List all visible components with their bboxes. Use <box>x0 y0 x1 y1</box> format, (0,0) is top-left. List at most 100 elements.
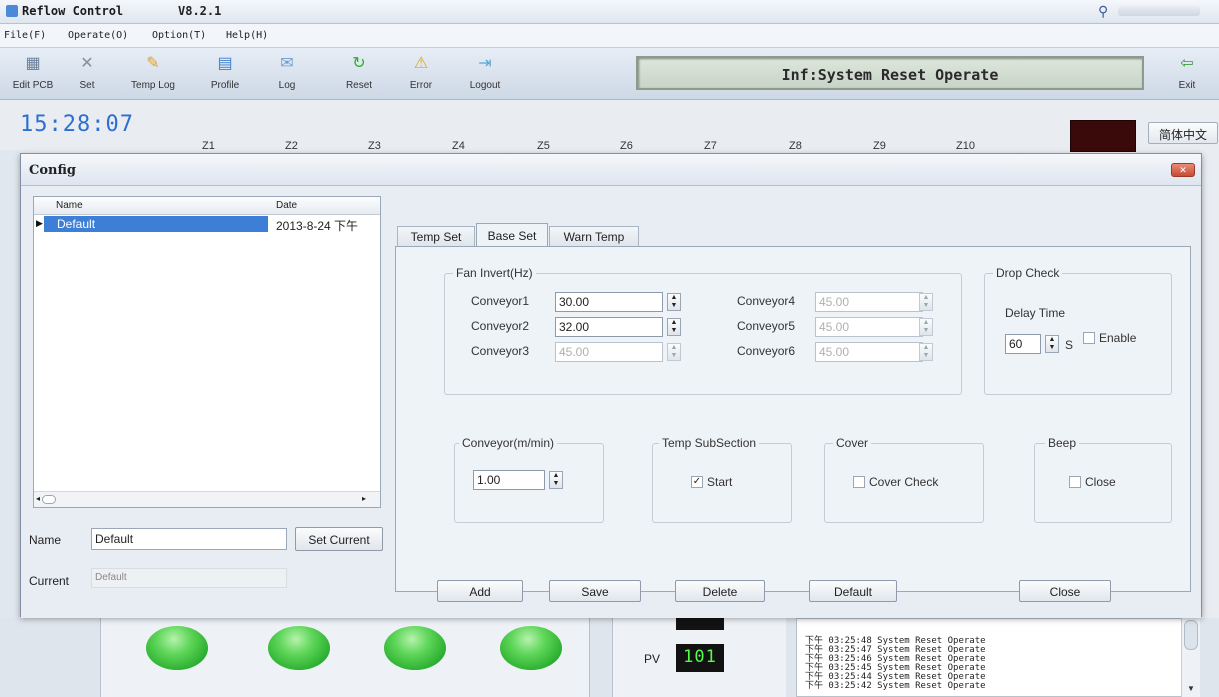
error-button[interactable]: ⚠ Error <box>396 52 446 96</box>
conveyor6-label: Conveyor6 <box>737 344 796 358</box>
set-label: Set <box>79 80 95 91</box>
conveyor-speed-input[interactable]: 1.00 <box>473 470 545 490</box>
temp-log-button[interactable]: ✎ Temp Log <box>128 52 178 96</box>
conveyor3-stepper: ▲ ▼ <box>667 343 681 361</box>
cover-check-label: Cover Check <box>869 475 939 489</box>
logout-label: Logout <box>469 80 501 91</box>
zone-label: Z5 <box>537 140 550 152</box>
zone-led <box>500 626 562 670</box>
fan-invert-group: Fan Invert(Hz) Conveyor1 30.00 ▲ ▼ Convey… <box>444 266 962 395</box>
edit-pcb-label: Edit PCB <box>12 80 54 91</box>
pcb-icon: ▦ <box>25 55 41 72</box>
conveyor5-label: Conveyor5 <box>737 319 796 333</box>
edit-pcb-button[interactable]: ▦ Edit PCB <box>8 52 58 96</box>
close-button[interactable]: Close <box>1019 580 1111 602</box>
delete-button[interactable]: Delete <box>675 580 765 602</box>
name-input[interactable]: Default <box>91 528 287 550</box>
add-button[interactable]: Add <box>437 580 523 602</box>
beep-group: Beep Close <box>1034 436 1172 523</box>
conveyor1-input[interactable]: 30.00 <box>555 292 663 312</box>
conveyor3-input: 45.00 <box>555 342 663 362</box>
conveyor4-stepper: ▲ ▼ <box>919 293 933 311</box>
set-current-button[interactable]: Set Current <box>295 527 383 551</box>
conveyor4-label: Conveyor4 <box>737 294 796 308</box>
conveyor5-input: 45.00 <box>815 317 923 337</box>
exit-button[interactable]: ⇦ Exit <box>1162 52 1212 96</box>
app-title: Reflow Control <box>22 4 124 18</box>
cover-group: Cover Cover Check <box>824 436 984 523</box>
horizontal-scrollbar[interactable]: ◂ ▸ <box>34 491 380 507</box>
profile-list[interactable]: Name Date ▶ Default 2013-8-24 下午 ◂ ▸ <box>33 196 381 508</box>
start-label: Start <box>707 475 733 489</box>
delay-time-input[interactable]: 60 <box>1005 334 1041 354</box>
log-label: Log <box>278 80 296 91</box>
app-version: V8.2.1 <box>178 4 222 18</box>
window-controls[interactable] <box>1118 6 1200 16</box>
zone-label: Z7 <box>704 140 717 152</box>
start-checkbox[interactable]: ✓ <box>691 476 703 488</box>
conveyor6-stepper: ▲ ▼ <box>919 343 933 361</box>
reflow-control-window: Reflow Control V8.2.1 ⚲ File(F) Operate(… <box>0 0 1219 697</box>
conveyor2-input[interactable]: 32.00 <box>555 317 663 337</box>
drop-check-group: Drop Check Delay Time 60 ▲ ▼ S Enable <box>984 266 1172 395</box>
event-log[interactable]: 下午 03:25:48 System Reset Operate 下午 03:2… <box>796 618 1200 697</box>
conveyor2-stepper[interactable]: ▲ ▼ <box>667 318 681 336</box>
tab-warn-temp[interactable]: Warn Temp <box>549 226 639 246</box>
beep-close-label: Close <box>1085 475 1116 489</box>
tab-base-set[interactable]: Base Set <box>476 223 548 247</box>
log-icon: ✉ <box>280 55 294 72</box>
scroll-left-icon[interactable]: ◂ <box>36 494 40 503</box>
menu-file[interactable]: File(F) <box>4 30 46 41</box>
menu-operate[interactable]: Operate(O) <box>68 30 128 41</box>
warning-icon: ⚠ <box>413 55 429 72</box>
tab-temp-set[interactable]: Temp Set <box>397 226 475 246</box>
app-icon <box>6 5 18 17</box>
cover-check-checkbox[interactable] <box>853 476 865 488</box>
log-scrollbar[interactable]: ▼ <box>1181 618 1200 697</box>
current-label: Current <box>29 574 70 588</box>
default-button[interactable]: Default <box>809 580 897 602</box>
conveyor2-label: Conveyor2 <box>471 319 530 333</box>
conveyor1-label: Conveyor1 <box>471 294 530 308</box>
reset-button[interactable]: ↻ Reset <box>334 52 384 96</box>
log-button[interactable]: ✉ Log <box>262 52 312 96</box>
pv-display-top <box>676 618 724 630</box>
search-icon[interactable]: ⚲ <box>1098 3 1108 20</box>
delay-time-stepper[interactable]: ▲ ▼ <box>1045 335 1059 353</box>
zone-label: Z2 <box>285 140 298 152</box>
name-label: Name <box>29 533 62 547</box>
list-item-name: Default <box>44 216 268 232</box>
zone-label: Z1 <box>202 140 215 152</box>
dialog-body: Name Date ▶ Default 2013-8-24 下午 ◂ ▸ Nam… <box>21 186 1201 618</box>
zone-led <box>146 626 208 670</box>
scroll-down-icon[interactable]: ▼ <box>1187 684 1195 693</box>
conveyor-speed-stepper[interactable]: ▲ ▼ <box>549 471 563 489</box>
language-button[interactable]: 简体中文 <box>1148 122 1218 144</box>
profile-button[interactable]: ▤ Profile <box>200 52 250 96</box>
log-scroll-thumb[interactable] <box>1184 620 1198 650</box>
fan-invert-title: Fan Invert(Hz) <box>453 266 536 280</box>
close-icon[interactable]: ✕ <box>1171 163 1195 177</box>
column-name[interactable]: Name <box>56 200 83 211</box>
column-date[interactable]: Date <box>276 200 297 211</box>
status-text: Inf:System Reset Operate <box>781 66 999 84</box>
set-button[interactable]: ✕ Set <box>62 52 112 96</box>
menu-help[interactable]: Help(H) <box>226 30 268 41</box>
conveyor1-stepper[interactable]: ▲ ▼ <box>667 293 681 311</box>
list-item[interactable]: ▶ Default 2013-8-24 下午 <box>34 216 380 233</box>
exit-icon: ⇦ <box>1180 55 1194 72</box>
logout-button[interactable]: ⇥ Logout <box>460 52 510 96</box>
save-button[interactable]: Save <box>549 580 641 602</box>
beep-close-checkbox[interactable] <box>1069 476 1081 488</box>
delay-time-label: Delay Time <box>1005 306 1066 320</box>
menu-option[interactable]: Option(T) <box>152 30 206 41</box>
menu-bar: File(F) Operate(O) Option(T) Help(H) <box>0 24 1219 48</box>
tools-icon: ✕ <box>80 55 94 72</box>
conveyor6-input: 45.00 <box>815 342 923 362</box>
scroll-thumb[interactable] <box>42 495 56 504</box>
conveyor-speed-title: Conveyor(m/min) <box>459 436 558 450</box>
enable-checkbox[interactable] <box>1083 332 1095 344</box>
refresh-icon: ↻ <box>352 55 366 72</box>
scroll-right-icon[interactable]: ▸ <box>362 494 366 503</box>
temp-subsection-title: Temp SubSection <box>659 436 760 450</box>
